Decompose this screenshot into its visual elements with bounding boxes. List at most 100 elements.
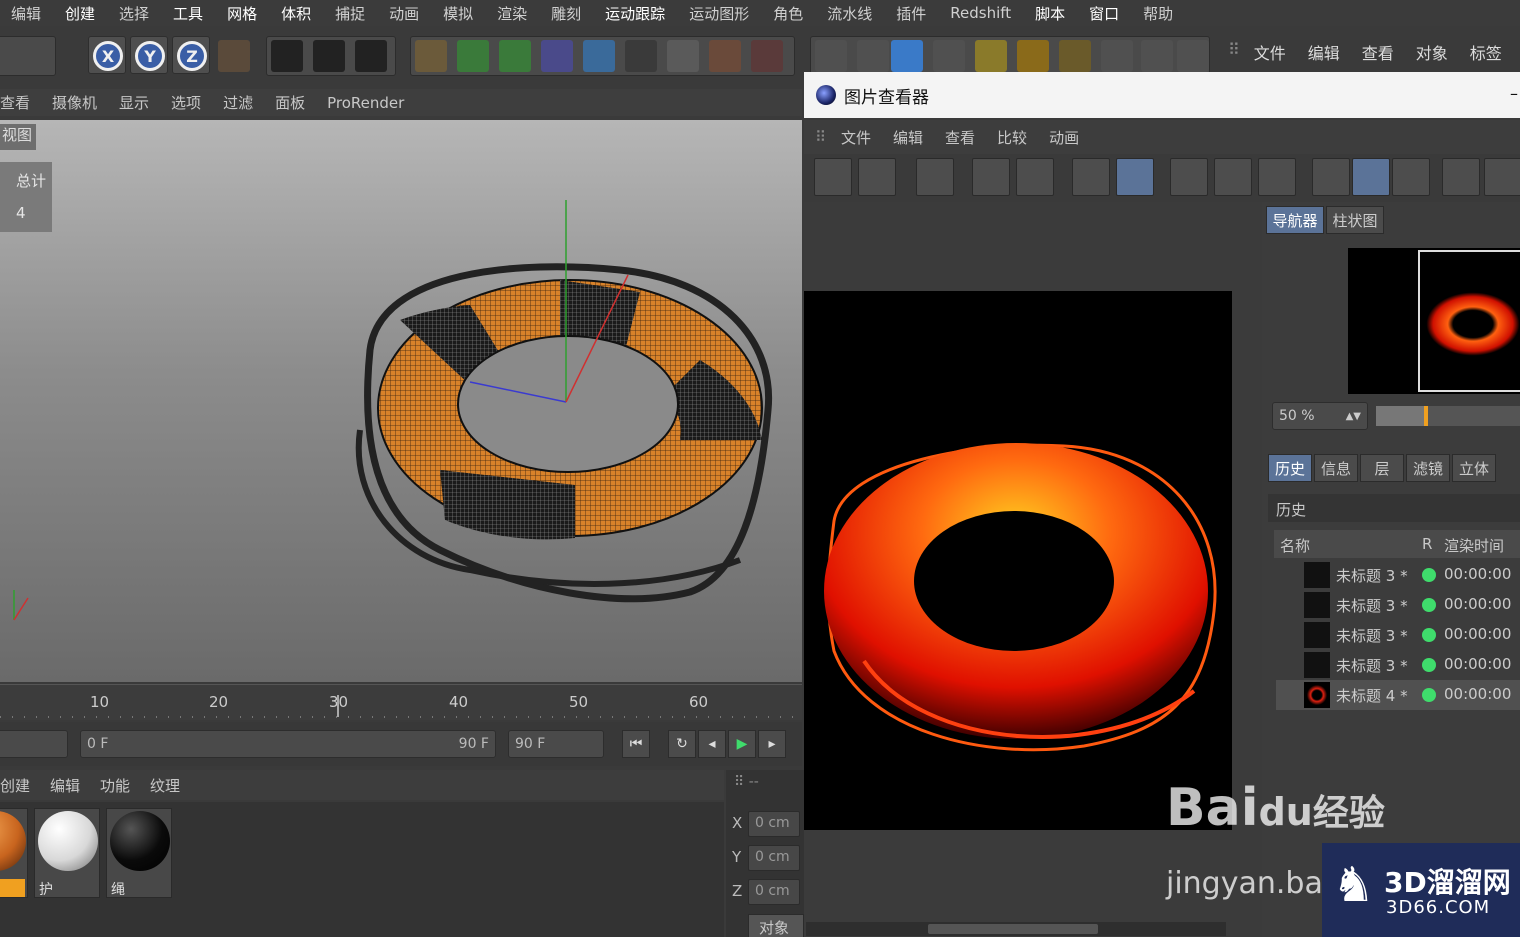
vp-menu-item[interactable]: ProRender bbox=[316, 94, 415, 112]
user-icon[interactable] bbox=[1016, 158, 1054, 196]
add-icon[interactable] bbox=[1059, 40, 1091, 72]
menu-item[interactable]: 脚本 bbox=[1024, 3, 1078, 24]
col-render-time[interactable]: 渲染时间 bbox=[1444, 535, 1504, 556]
camera-icon[interactable] bbox=[625, 40, 657, 72]
tab-navigator[interactable]: 导航器 bbox=[1266, 206, 1324, 234]
scrollbar-thumb[interactable] bbox=[928, 924, 1098, 934]
rotate-icon[interactable] bbox=[975, 40, 1007, 72]
col-r[interactable]: R bbox=[1422, 535, 1432, 553]
tab-history[interactable]: 历史 bbox=[1268, 454, 1312, 482]
menu-item[interactable]: 动画 bbox=[378, 3, 432, 24]
stop-render-icon[interactable] bbox=[972, 158, 1010, 196]
ab-split-icon[interactable] bbox=[1352, 158, 1390, 196]
history-row[interactable]: 未标题 3 * 00:00:00 bbox=[1276, 650, 1520, 680]
next-frame-button[interactable]: ▸ bbox=[758, 730, 786, 758]
live-select-icon[interactable] bbox=[1141, 40, 1173, 72]
vp-menu-item[interactable]: 摄像机 bbox=[41, 92, 108, 113]
current-frame-field[interactable] bbox=[0, 730, 68, 758]
play-button[interactable]: ▶ bbox=[728, 730, 756, 758]
save-file-icon[interactable] bbox=[858, 158, 896, 196]
menu-item[interactable]: Redshift bbox=[939, 4, 1024, 22]
menu-item[interactable]: 模拟 bbox=[432, 3, 486, 24]
menu-item[interactable]: 运动图形 bbox=[678, 3, 762, 24]
om-menu-item[interactable]: 标签 bbox=[1470, 40, 1502, 64]
coord-x-field[interactable]: 0 cm bbox=[748, 811, 800, 837]
vp-menu-item[interactable]: 过滤 bbox=[212, 92, 264, 113]
tab-info[interactable]: 信息 bbox=[1314, 454, 1358, 482]
move-icon[interactable] bbox=[933, 40, 965, 72]
navigator-view-rect[interactable] bbox=[1418, 250, 1520, 392]
col-name[interactable]: 名称 bbox=[1280, 535, 1310, 556]
pv-menu-item[interactable]: 文件 bbox=[830, 127, 882, 148]
compare-b-icon[interactable] bbox=[1214, 158, 1252, 196]
menu-item[interactable]: 插件 bbox=[885, 3, 939, 24]
menu-item[interactable]: 选择 bbox=[108, 3, 162, 24]
open-file-icon[interactable] bbox=[814, 158, 852, 196]
zoom-slider[interactable] bbox=[1376, 406, 1520, 426]
om-menu-item[interactable]: 对象 bbox=[1416, 40, 1448, 64]
effector-icon[interactable] bbox=[709, 40, 741, 72]
menu-item[interactable]: 创建 bbox=[54, 3, 108, 24]
mat-menu-item[interactable]: 纹理 bbox=[140, 775, 190, 796]
x-axis-lock-button[interactable]: X bbox=[88, 36, 126, 74]
prev-frame-button[interactable]: ◂ bbox=[698, 730, 726, 758]
vp-menu-item[interactable]: 显示 bbox=[108, 92, 160, 113]
om-menu-item[interactable]: 查看 bbox=[1362, 40, 1394, 64]
mat-menu-item[interactable]: 创建 bbox=[0, 775, 40, 796]
timeline-ruler[interactable]: 10 20 30 40 50 60 bbox=[0, 684, 802, 720]
pv-menu-item[interactable]: 比较 bbox=[986, 127, 1038, 148]
menu-item[interactable]: 工具 bbox=[162, 3, 216, 24]
menu-item[interactable]: 角色 bbox=[762, 3, 816, 24]
coord-z-field[interactable]: 0 cm bbox=[748, 879, 800, 905]
material-swatch[interactable]: 绳 bbox=[106, 808, 172, 898]
compare-mode-icon[interactable] bbox=[1258, 158, 1296, 196]
vp-menu-item[interactable]: 选项 bbox=[160, 92, 212, 113]
history-row-selected[interactable]: 未标题 4 * 00:00:00 bbox=[1276, 680, 1520, 710]
history-row[interactable]: 未标题 3 * 00:00:00 bbox=[1276, 590, 1520, 620]
undo-redo-group[interactable] bbox=[0, 36, 56, 76]
psr-icon[interactable] bbox=[815, 40, 847, 72]
tag-icon[interactable] bbox=[751, 40, 783, 72]
om-menu-item[interactable]: 编辑 bbox=[1308, 40, 1340, 64]
ab-toggle-icon[interactable] bbox=[1312, 158, 1350, 196]
frame-range-slider[interactable]: 0 F 90 F bbox=[80, 730, 496, 758]
object-mode-button[interactable]: 对象 bbox=[748, 914, 804, 937]
render-picture-viewer-icon[interactable] bbox=[313, 40, 345, 72]
grab-icon[interactable] bbox=[1177, 40, 1209, 72]
tab-histogram[interactable]: 柱状图 bbox=[1326, 206, 1384, 234]
z-axis-lock-button[interactable]: Z bbox=[172, 36, 210, 74]
om-menu-item[interactable]: 文件 bbox=[1254, 40, 1286, 64]
light-icon[interactable] bbox=[667, 40, 699, 72]
tab-stereo[interactable]: 立体 bbox=[1452, 454, 1496, 482]
loop-button[interactable]: ↻ bbox=[668, 730, 696, 758]
menu-item[interactable]: 编辑 bbox=[0, 3, 54, 24]
scale-icon[interactable] bbox=[1017, 40, 1049, 72]
menu-item[interactable]: 捕捉 bbox=[324, 3, 378, 24]
copy-icon[interactable] bbox=[1072, 158, 1110, 196]
history-row[interactable]: 未标题 3 * 00:00:00 bbox=[1276, 620, 1520, 650]
pen-tool-icon[interactable] bbox=[415, 40, 447, 72]
ab-diff-icon[interactable] bbox=[1392, 158, 1430, 196]
tab-filters[interactable]: 滤镜 bbox=[1406, 454, 1450, 482]
render-view-icon[interactable] bbox=[271, 40, 303, 72]
zoom-slider-handle[interactable] bbox=[1424, 406, 1428, 426]
vp-menu-item[interactable]: 查看 bbox=[0, 92, 41, 113]
coordinate-system-icon[interactable] bbox=[218, 40, 250, 72]
picture-viewer-titlebar[interactable]: 图片查看器 – bbox=[804, 72, 1520, 118]
compare-a-icon[interactable] bbox=[1170, 158, 1208, 196]
pv-menu-item[interactable]: 动画 bbox=[1038, 127, 1090, 148]
viewer-horizontal-scrollbar[interactable] bbox=[806, 922, 1226, 936]
menu-item[interactable]: 体积 bbox=[270, 3, 324, 24]
snap-icon[interactable] bbox=[857, 40, 889, 72]
menu-item[interactable]: 渲染 bbox=[486, 3, 540, 24]
mat-menu-item[interactable]: 编辑 bbox=[40, 775, 90, 796]
zoom-field[interactable]: 50 % ▲▼ bbox=[1272, 402, 1368, 430]
grid-view-icon[interactable] bbox=[916, 158, 954, 196]
pv-menu-item[interactable]: 编辑 bbox=[882, 127, 934, 148]
navigator-preview[interactable] bbox=[1348, 248, 1520, 394]
select-icon[interactable] bbox=[1101, 40, 1133, 72]
menu-item[interactable]: 雕刻 bbox=[540, 3, 594, 24]
pv-menu-item[interactable]: 查看 bbox=[934, 127, 986, 148]
mat-menu-item[interactable]: 功能 bbox=[90, 775, 140, 796]
coord-y-field[interactable]: 0 cm bbox=[748, 845, 800, 871]
